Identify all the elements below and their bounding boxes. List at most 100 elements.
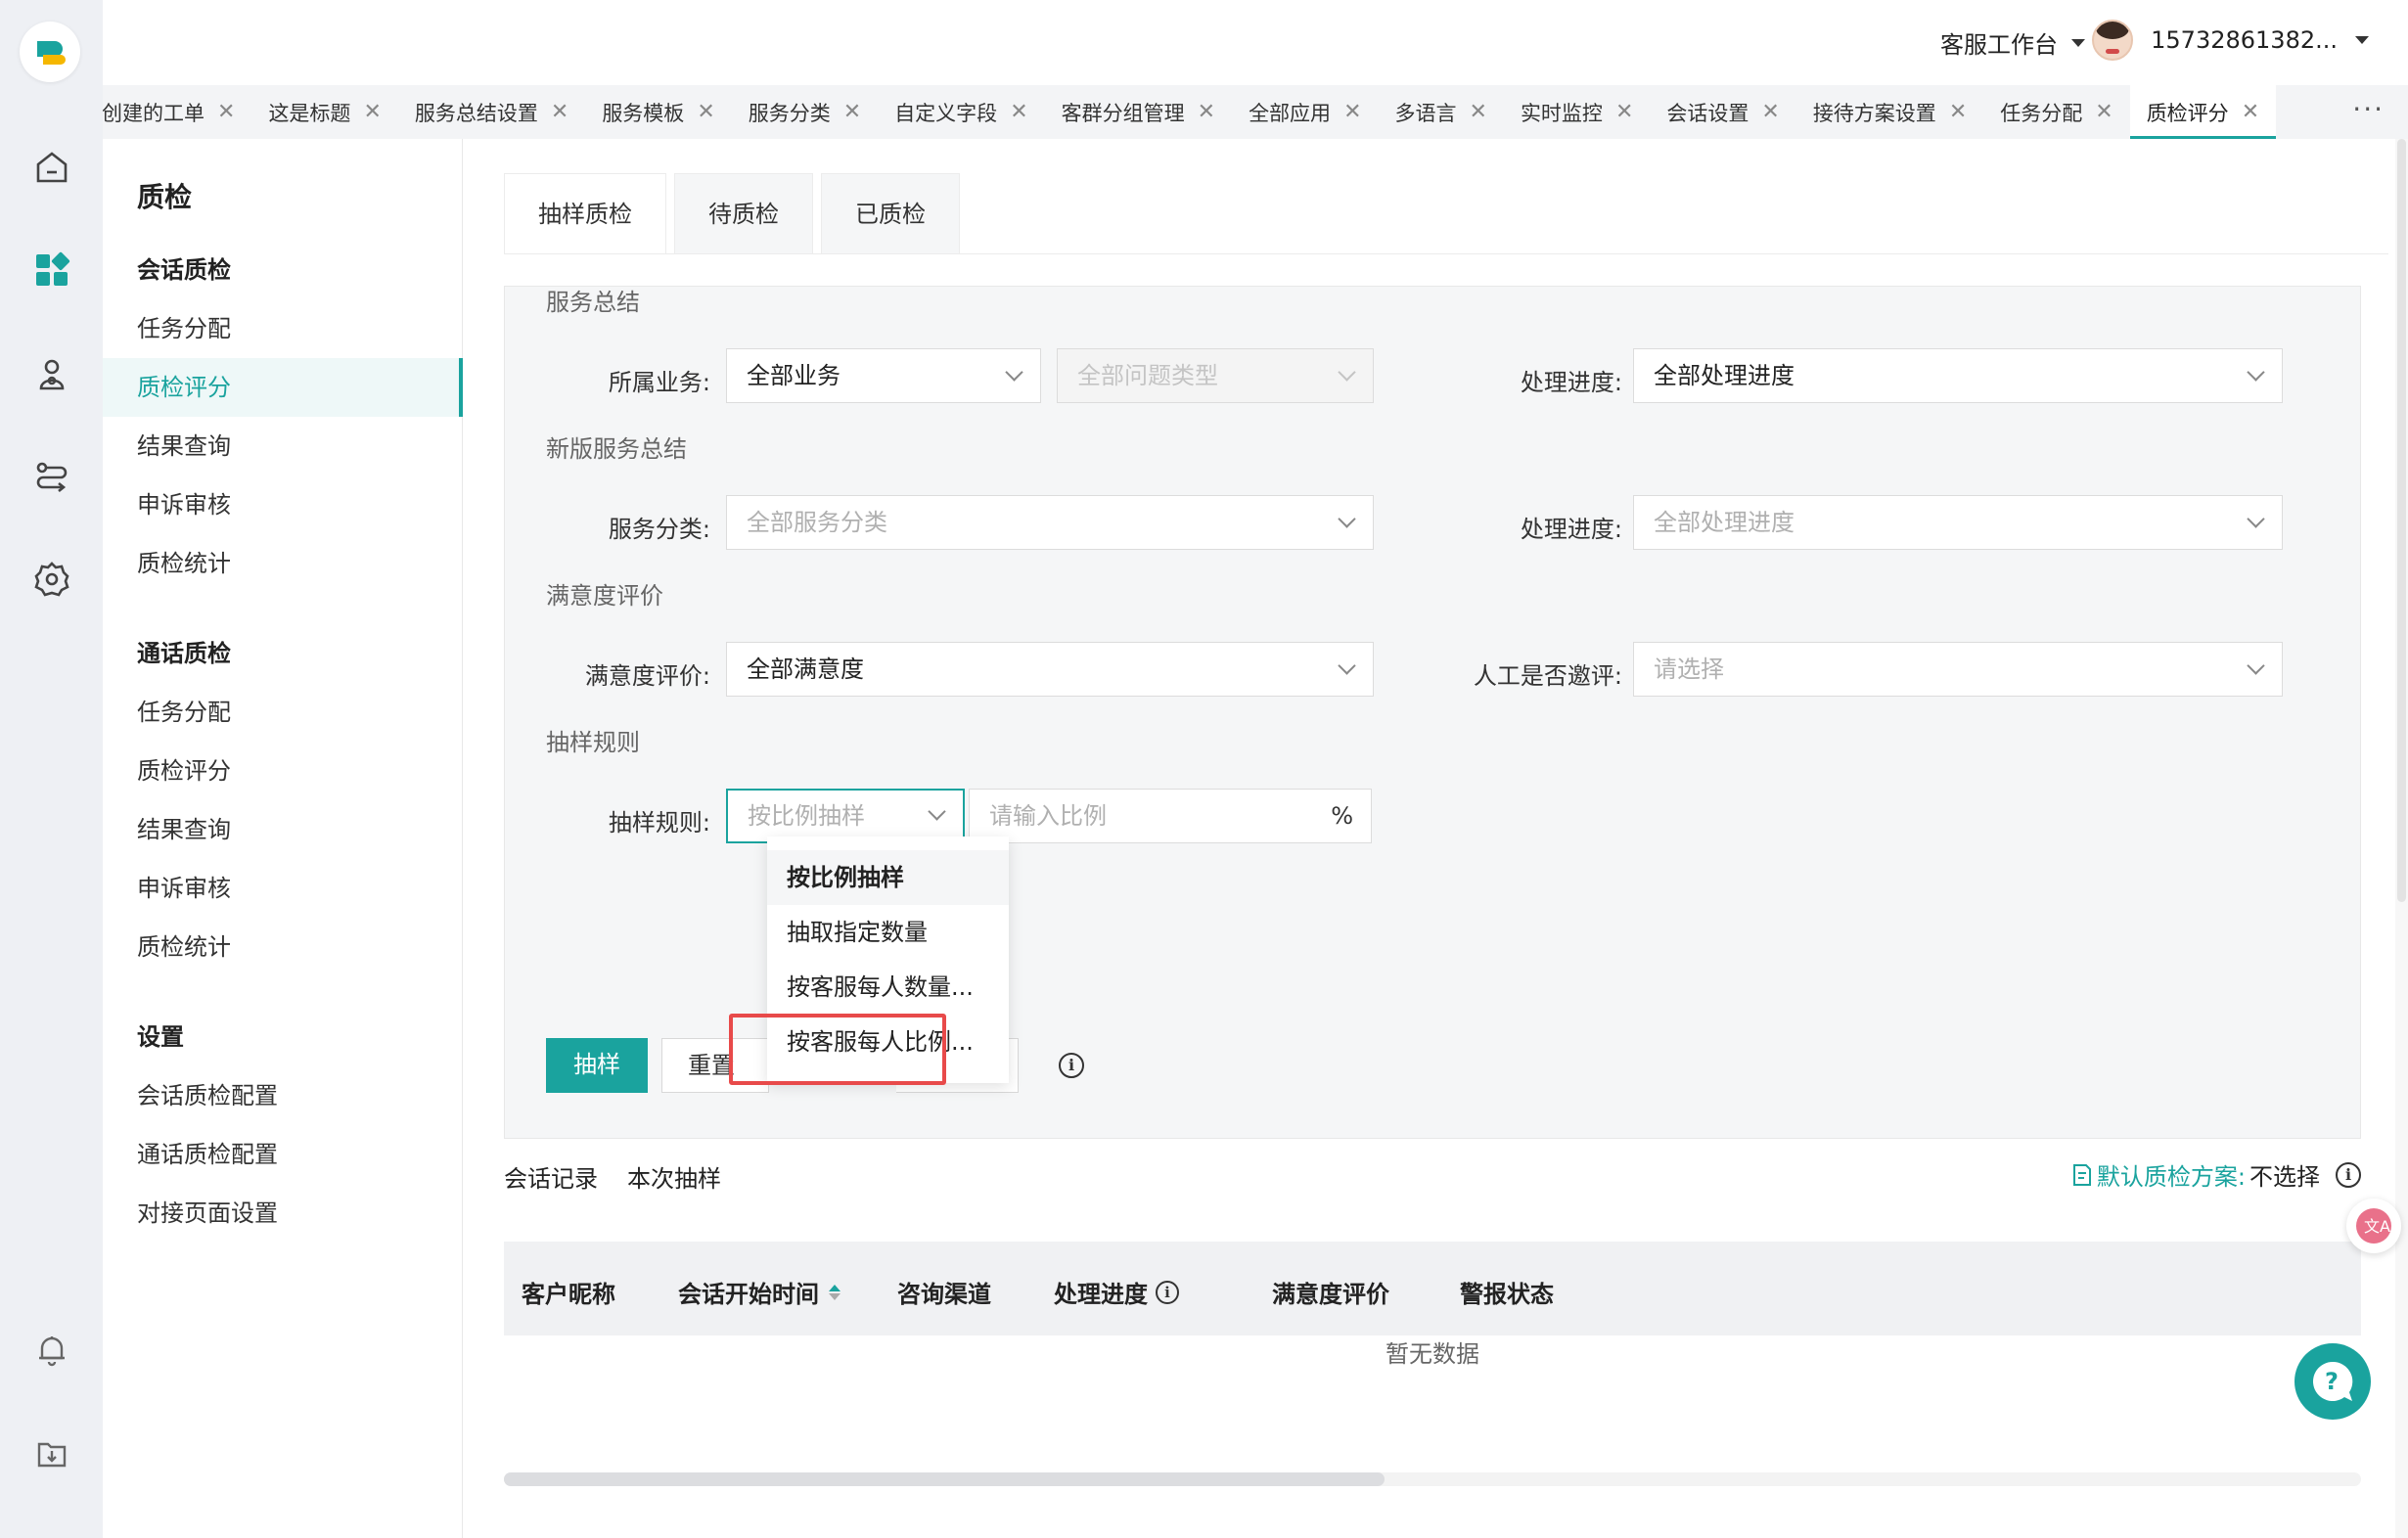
option-per-agent-count[interactable]: 按客服每人数量... bbox=[767, 960, 1009, 1015]
help-icon[interactable]: ? bbox=[2294, 1343, 2371, 1420]
tab-created-tickets[interactable]: 创建的工单 ✕ bbox=[103, 85, 251, 139]
chevron-down-icon bbox=[2247, 656, 2265, 675]
horizontal-scrollbar[interactable] bbox=[504, 1472, 2361, 1486]
tab-realtime-monitor[interactable]: 实时监控 ✕ bbox=[1504, 85, 1650, 139]
workspace-switcher[interactable]: 客服工作台 bbox=[1940, 25, 2085, 60]
option-fixed-count[interactable]: 抽取指定数量 bbox=[767, 905, 1009, 960]
menu-item-appeal-review[interactable]: 申诉审核 bbox=[103, 859, 463, 918]
vertical-scrollbar[interactable] bbox=[2395, 139, 2408, 1538]
category-select[interactable]: 全部服务分类 bbox=[726, 495, 1374, 550]
info-icon[interactable]: i bbox=[1059, 1053, 1084, 1078]
menu-item-session-qa-config[interactable]: 会话质检配置 bbox=[103, 1066, 463, 1125]
tab-service-category[interactable]: 服务分类 ✕ bbox=[732, 85, 878, 139]
invite-label: 人工是否邀评: bbox=[1473, 662, 1622, 690]
menu-item-call-qa-config[interactable]: 通话质检配置 bbox=[103, 1125, 463, 1184]
ratio-input[interactable]: 请输入比例% bbox=[969, 789, 1372, 843]
col-label: 咨询渠道 bbox=[897, 1281, 991, 1308]
tab-multilanguage[interactable]: 多语言 ✕ bbox=[1379, 85, 1504, 139]
tab-reception-plan[interactable]: 接待方案设置 ✕ bbox=[1796, 85, 1983, 139]
user-menu[interactable]: 15732861382... bbox=[2092, 20, 2369, 61]
tab-customer-groups[interactable]: 客群分组管理 ✕ bbox=[1045, 85, 1232, 139]
invite-select[interactable]: 请选择 bbox=[1633, 642, 2283, 697]
info-icon[interactable]: i bbox=[1156, 1280, 1179, 1304]
translate-icon[interactable]: 文A bbox=[2346, 1199, 2401, 1253]
tab-title[interactable]: 这是标题 ✕ bbox=[251, 85, 397, 139]
menu-item-qa-stats[interactable]: 质检统计 bbox=[103, 918, 463, 976]
menu-item-task-assignment[interactable]: 任务分配 bbox=[103, 299, 463, 358]
close-icon[interactable]: ✕ bbox=[1198, 100, 1215, 124]
tab-session-settings[interactable]: 会话设置 ✕ bbox=[1650, 85, 1795, 139]
svg-text:?: ? bbox=[2325, 1368, 2339, 1395]
gear-icon[interactable] bbox=[29, 557, 74, 602]
menu-item-qa-scoring[interactable]: 质检评分 bbox=[103, 742, 463, 800]
agent-icon[interactable] bbox=[29, 352, 74, 397]
scrollbar-thumb[interactable] bbox=[2397, 139, 2406, 902]
download-icon[interactable] bbox=[29, 1431, 74, 1476]
tab-service-summary-settings[interactable]: 服务总结设置 ✕ bbox=[398, 85, 585, 139]
progress-select[interactable]: 全部处理进度 bbox=[1633, 348, 2283, 403]
scrollbar-thumb[interactable] bbox=[504, 1472, 1385, 1486]
menu-item-page-integration[interactable]: 对接页面设置 bbox=[103, 1184, 463, 1243]
progress-value: 全部处理进度 bbox=[1654, 362, 1795, 389]
tab-qa-scoring[interactable]: 质检评分 ✕ bbox=[2129, 85, 2277, 139]
tab-done-qa[interactable]: 已质检 bbox=[821, 173, 960, 253]
category-placeholder: 全部服务分类 bbox=[747, 509, 887, 536]
tab-sampling-qa[interactable]: 抽样质检 bbox=[504, 173, 666, 253]
default-scheme[interactable]: 默认质检方案: 不选择 i bbox=[2071, 1157, 2361, 1192]
menu-item-result-query[interactable]: 结果查询 bbox=[103, 417, 463, 475]
close-icon[interactable]: ✕ bbox=[1470, 100, 1487, 124]
apps-icon[interactable] bbox=[29, 248, 74, 293]
issue-type-select[interactable]: 全部问题类型 bbox=[1057, 348, 1374, 403]
app-logo-icon[interactable] bbox=[20, 22, 80, 82]
close-icon[interactable]: ✕ bbox=[1343, 100, 1361, 124]
tab-label: 会话设置 bbox=[1666, 101, 1749, 125]
close-icon[interactable]: ✕ bbox=[2095, 100, 2113, 124]
close-icon[interactable]: ✕ bbox=[363, 100, 381, 124]
tab-service-template[interactable]: 服务模板 ✕ bbox=[585, 85, 731, 139]
close-icon[interactable]: ✕ bbox=[1010, 100, 1027, 124]
close-icon[interactable]: ✕ bbox=[217, 100, 235, 124]
col-session-start[interactable]: 会话开始时间 bbox=[678, 1275, 841, 1309]
close-icon[interactable]: ✕ bbox=[843, 100, 861, 124]
close-icon[interactable]: ✕ bbox=[1615, 100, 1633, 124]
sample-button[interactable]: 抽样 bbox=[546, 1038, 648, 1093]
reset-button[interactable]: 重置 bbox=[661, 1038, 769, 1093]
col-progress: 处理进度 i bbox=[1054, 1275, 1179, 1309]
tab-all-apps[interactable]: 全部应用 ✕ bbox=[1232, 85, 1378, 139]
menu-item-appeal-review[interactable]: 申诉审核 bbox=[103, 475, 463, 534]
more-tabs-icon[interactable]: ··· bbox=[2352, 85, 2385, 139]
chevron-down-icon bbox=[2247, 363, 2265, 382]
chevron-down-icon bbox=[1338, 510, 1356, 528]
tab-task-assignment[interactable]: 任务分配 ✕ bbox=[1983, 85, 2129, 139]
close-icon[interactable]: ✕ bbox=[551, 100, 568, 124]
satisfaction-select[interactable]: 全部满意度 bbox=[726, 642, 1374, 697]
bell-icon[interactable] bbox=[29, 1328, 74, 1373]
progress-label: 处理进度: bbox=[1520, 369, 1622, 396]
top-bar: 客服工作台 15732861382... bbox=[103, 0, 2408, 85]
flow-icon[interactable] bbox=[29, 455, 74, 500]
tab-custom-fields[interactable]: 自定义字段 ✕ bbox=[878, 85, 1044, 139]
home-icon[interactable] bbox=[29, 145, 74, 190]
rule-select[interactable]: 按比例抽样 bbox=[726, 789, 965, 843]
sort-icon[interactable] bbox=[829, 1284, 841, 1300]
option-by-ratio[interactable]: 按比例抽样 bbox=[767, 850, 1009, 905]
close-icon[interactable]: ✕ bbox=[1949, 100, 1967, 124]
close-icon[interactable]: ✕ bbox=[1761, 100, 1779, 124]
option-per-agent-ratio[interactable]: 按客服每人比例... bbox=[767, 1015, 1009, 1069]
tab-label: 服务模板 bbox=[602, 101, 685, 125]
tab-label: 实时监控 bbox=[1520, 101, 1603, 125]
business-label: 所属业务: bbox=[608, 369, 710, 396]
invite-placeholder: 请选择 bbox=[1654, 656, 1724, 683]
menu-item-qa-scoring[interactable]: 质检评分 bbox=[103, 358, 463, 417]
progress2-select[interactable]: 全部处理进度 bbox=[1633, 495, 2283, 550]
col-label: 处理进度 bbox=[1054, 1281, 1148, 1308]
menu-item-result-query[interactable]: 结果查询 bbox=[103, 800, 463, 859]
menu-item-qa-stats[interactable]: 质检统计 bbox=[103, 534, 463, 593]
close-icon[interactable]: ✕ bbox=[697, 100, 714, 124]
close-icon[interactable]: ✕ bbox=[2242, 100, 2259, 124]
business-select[interactable]: 全部业务 bbox=[726, 348, 1041, 403]
info-icon[interactable]: i bbox=[2336, 1161, 2361, 1188]
default-scheme-label: 默认质检方案: bbox=[2096, 1163, 2246, 1191]
menu-item-task-assignment[interactable]: 任务分配 bbox=[103, 683, 463, 742]
tab-pending-qa[interactable]: 待质检 bbox=[674, 173, 813, 253]
